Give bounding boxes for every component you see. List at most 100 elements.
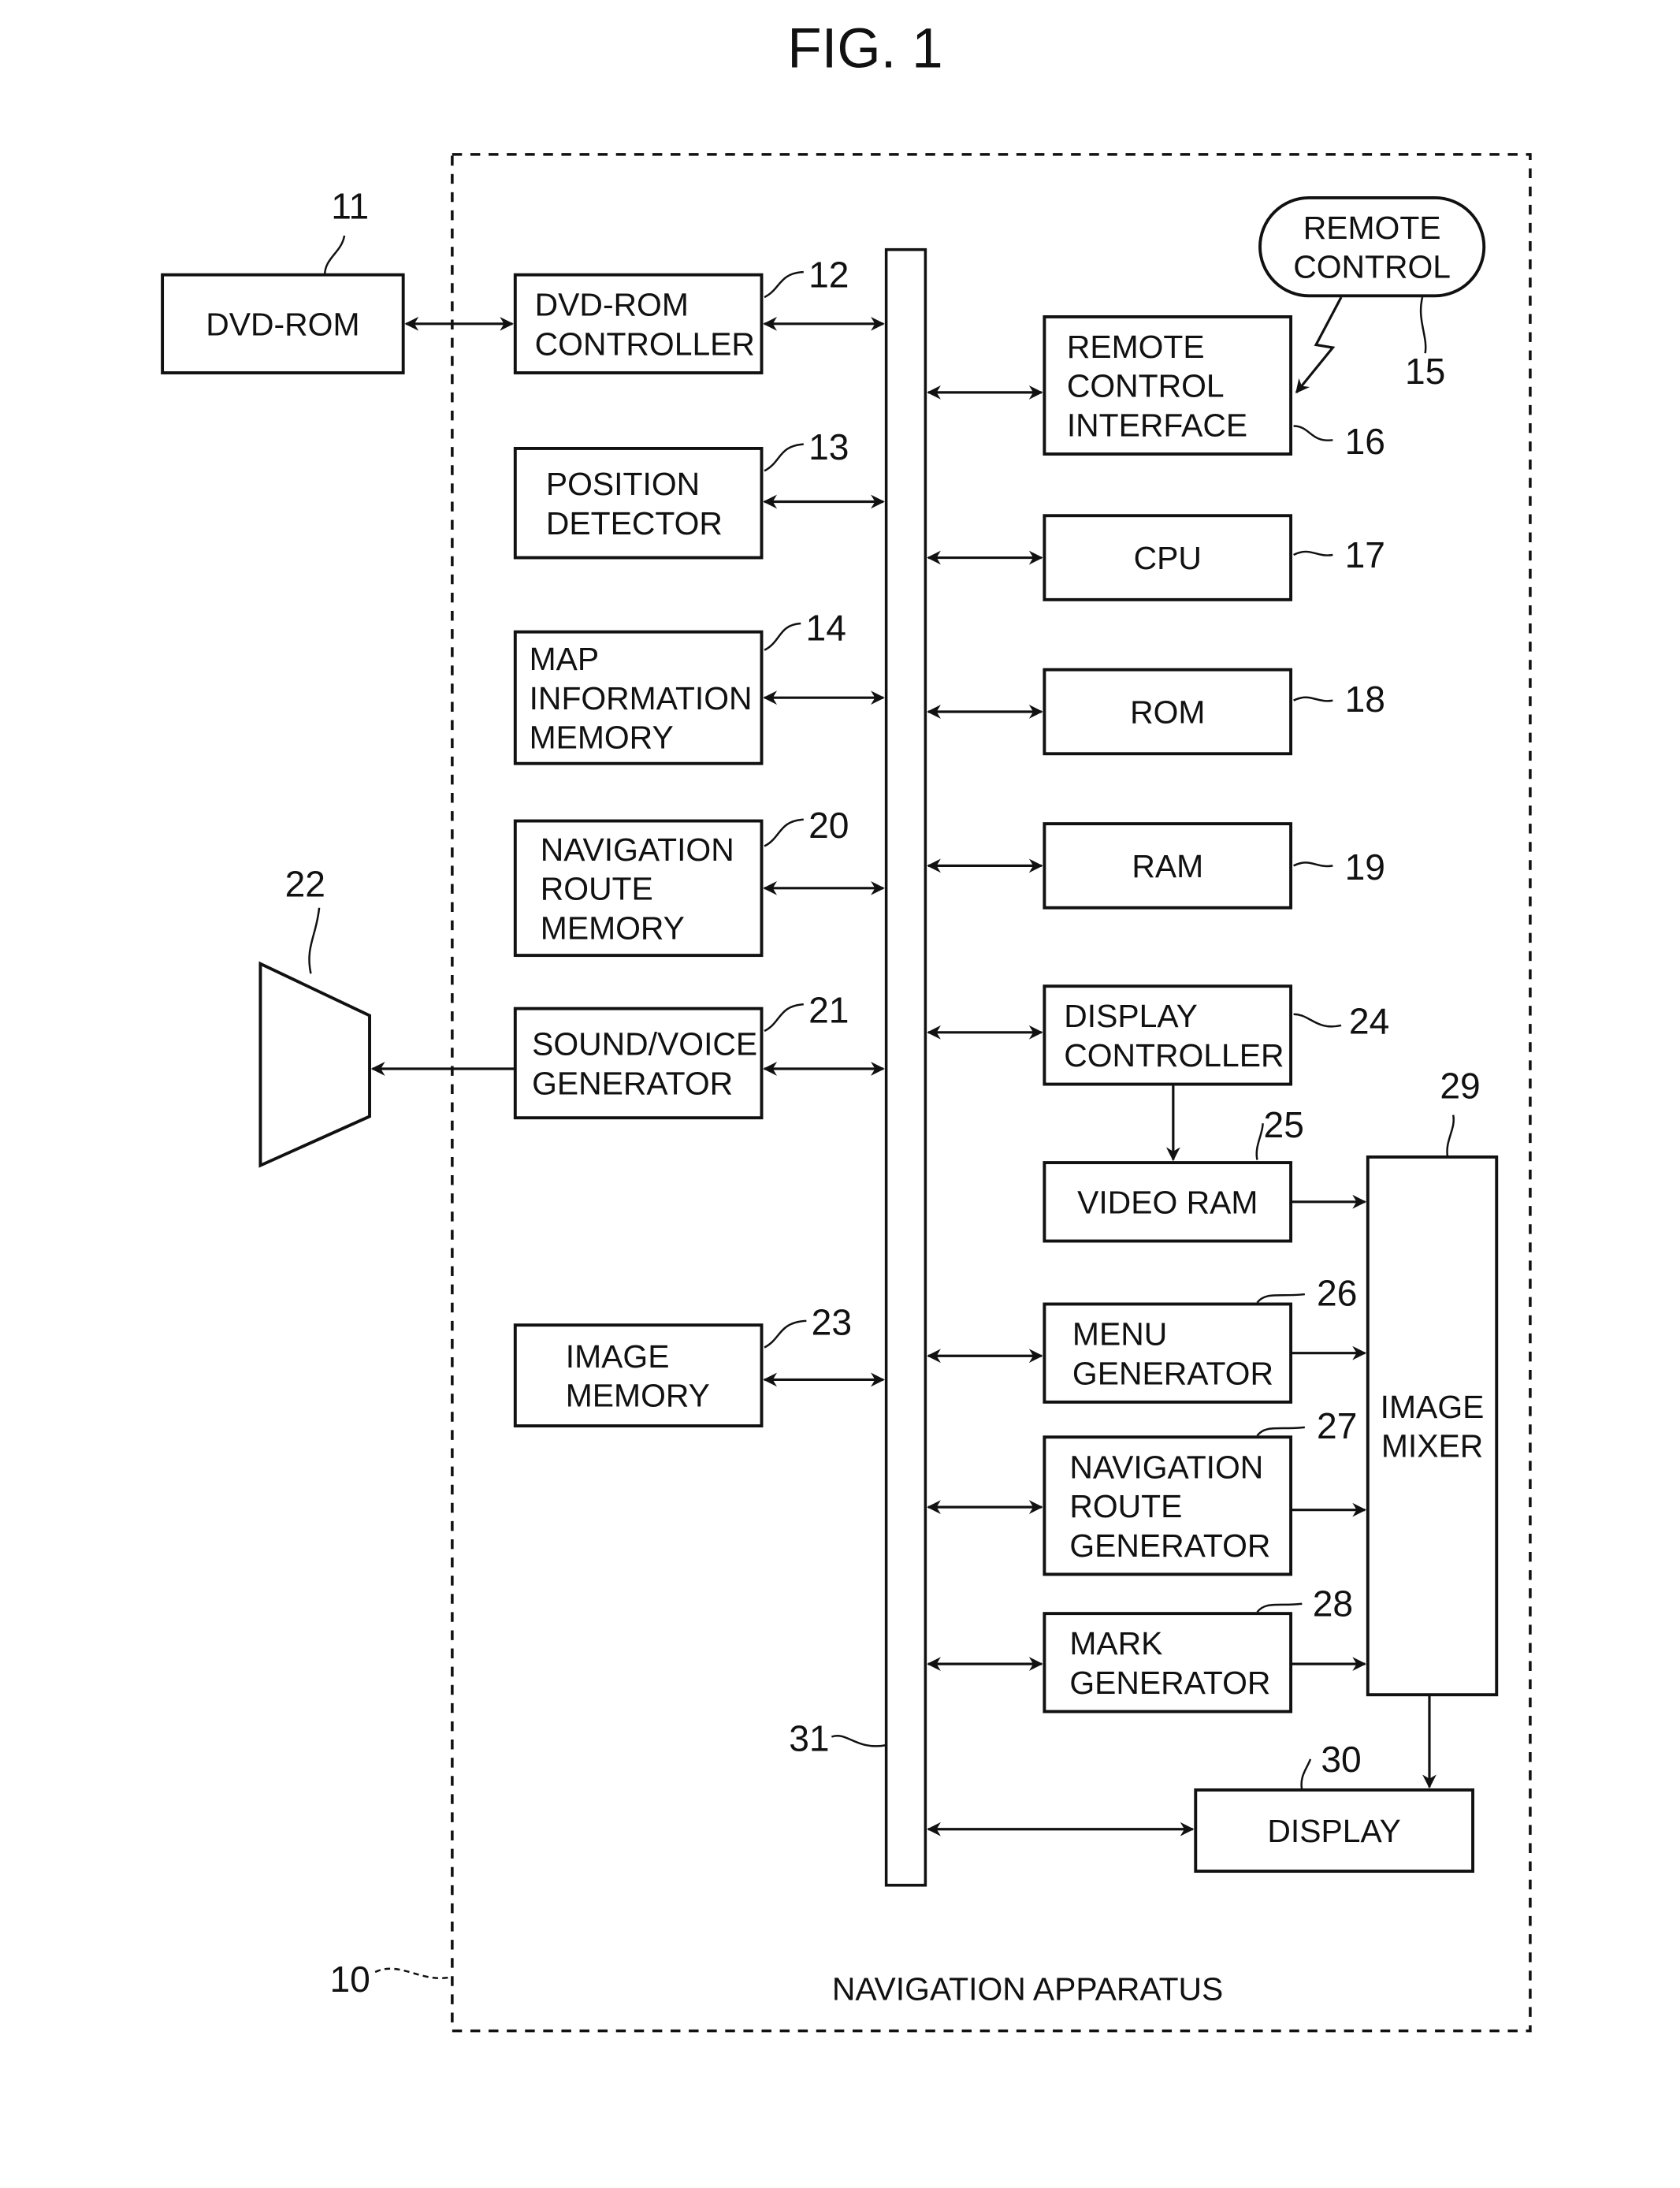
remote-control-interface-ref-leader bbox=[1293, 425, 1333, 441]
figure-title: FIG. 1 bbox=[787, 18, 942, 80]
speaker-ref-leader bbox=[308, 907, 321, 974]
cpu-ref-leader bbox=[1293, 550, 1333, 556]
dvd-rom-controller-ref-leader bbox=[764, 270, 804, 299]
block-display: DISPLAY 30 bbox=[1194, 1739, 1475, 1874]
navigation-route-memory-label-line: MEMORY bbox=[541, 910, 685, 946]
display-controller-label-line: CONTROLLER bbox=[1064, 1037, 1284, 1074]
sound-voice-generator-ref: 21 bbox=[808, 989, 849, 1030]
navigation-route-memory-ref: 20 bbox=[808, 805, 849, 846]
map-information-memory-label-line: MEMORY bbox=[530, 720, 674, 756]
navigation-route-generator-label-line: NAVIGATION bbox=[1069, 1449, 1263, 1485]
rom-ref: 18 bbox=[1345, 679, 1385, 720]
image-mixer-label-line: MIXER bbox=[1381, 1428, 1483, 1464]
image-memory-label-line: IMAGE bbox=[566, 1338, 670, 1375]
position-detector-ref: 13 bbox=[808, 426, 849, 467]
display-controller-ref-leader bbox=[1293, 1013, 1342, 1028]
image-memory-label-line: MEMORY bbox=[566, 1378, 710, 1414]
apparatus-ref: 10 bbox=[329, 1959, 370, 2000]
menu-generator-ref: 26 bbox=[1317, 1272, 1357, 1313]
navigation-route-generator-label-line: ROUTE bbox=[1069, 1488, 1182, 1524]
map-information-memory-ref: 14 bbox=[806, 607, 846, 648]
video-ram-ref-leader bbox=[1255, 1123, 1264, 1160]
dvd-rom-label-line: DVD-ROM bbox=[206, 307, 359, 343]
remote-control-label-line: REMOTE bbox=[1303, 210, 1441, 246]
image-memory-ref: 23 bbox=[812, 1302, 852, 1343]
block-image-mixer: IMAGEMIXER 29 bbox=[1366, 1065, 1499, 1697]
display-label-line: DISPLAY bbox=[1267, 1813, 1401, 1849]
block-dvd-rom: DVD-ROM 11 bbox=[161, 186, 405, 374]
ram-label-line: RAM bbox=[1132, 848, 1203, 884]
menu-generator-ref-leader bbox=[1256, 1293, 1305, 1304]
position-detector-label-line: POSITION bbox=[546, 466, 700, 502]
dvd-rom-ref-leader bbox=[323, 235, 346, 275]
remote-control-ref-leader bbox=[1419, 296, 1427, 354]
cpu-ref: 17 bbox=[1345, 534, 1385, 575]
image-mixer-ref: 29 bbox=[1440, 1065, 1480, 1106]
mark-generator-ref-leader bbox=[1256, 1602, 1303, 1613]
menu-generator-label-line: GENERATOR bbox=[1072, 1355, 1273, 1391]
dvd-rom-controller-label-line: DVD-ROM bbox=[535, 287, 689, 323]
position-detector-label-line: DETECTOR bbox=[546, 505, 723, 541]
remote-control-label-line: CONTROL bbox=[1293, 249, 1451, 285]
mark-generator-label-line: GENERATOR bbox=[1069, 1665, 1270, 1701]
navigation-route-generator-label-line: GENERATOR bbox=[1069, 1528, 1270, 1564]
image-mixer-label-line: IMAGE bbox=[1381, 1389, 1485, 1425]
rom-label-line: ROM bbox=[1130, 694, 1205, 731]
sound-voice-generator-label-line: GENERATOR bbox=[532, 1065, 733, 1101]
navigation-route-memory-ref-leader bbox=[764, 818, 804, 847]
block-menu-generator: MENUGENERATOR 26 bbox=[1043, 1272, 1357, 1404]
map-information-memory-label-line: MAP bbox=[530, 641, 600, 677]
apparatus-label: NAVIGATION APPARATUS bbox=[832, 1971, 1223, 2008]
navigation-route-generator-ref: 27 bbox=[1317, 1405, 1357, 1446]
ram-ref: 19 bbox=[1345, 847, 1385, 887]
apparatus-ref-leader bbox=[374, 1967, 448, 1980]
bus-ref-leader bbox=[831, 1735, 886, 1747]
block-ram: RAM 19 bbox=[1043, 822, 1385, 910]
block-map-information-memory: MAPINFORMATION MEMORY 14 bbox=[513, 607, 846, 765]
map-information-memory-label-line: INFORMATION bbox=[530, 680, 753, 716]
remote-control-interface-label-line: REMOTE bbox=[1067, 329, 1205, 365]
remote-control-interface-label-line: CONTROL bbox=[1067, 368, 1225, 404]
navigation-route-memory-label-line: ROUTE bbox=[541, 871, 653, 907]
rom-ref-leader bbox=[1293, 696, 1333, 702]
remote-control-ref: 15 bbox=[1405, 351, 1445, 392]
block-remote-control-interface: REMOTECONTROLINTERFACE 16 bbox=[1043, 314, 1385, 462]
dvd-rom-controller-label-line: CONTROLLER bbox=[535, 326, 755, 362]
video-ram-label-line: VIDEO RAM bbox=[1077, 1185, 1258, 1221]
navigation-apparatus-block-diagram: FIG. 1 NAVIGATION APPARATUS 10 31 22 DVD… bbox=[161, 18, 1532, 2033]
video-ram-ref: 25 bbox=[1264, 1104, 1304, 1145]
display-controller-label-line: DISPLAY bbox=[1064, 998, 1198, 1034]
display-controller-ref: 24 bbox=[1349, 1001, 1389, 1042]
sound-voice-generator-ref-leader bbox=[764, 1003, 804, 1033]
block-remote-control: REMOTECONTROL 15 bbox=[1258, 195, 1486, 392]
dvd-rom-controller-ref: 12 bbox=[808, 255, 849, 296]
mark-generator-label-line: MARK bbox=[1069, 1625, 1162, 1661]
navigation-route-memory-label-line: NAVIGATION bbox=[541, 832, 734, 868]
menu-generator-label-line: MENU bbox=[1072, 1316, 1167, 1353]
ram-ref-leader bbox=[1293, 861, 1333, 868]
block-position-detector: POSITIONDETECTOR 13 bbox=[513, 426, 849, 560]
block-cpu: CPU 17 bbox=[1043, 514, 1385, 601]
cpu-label-line: CPU bbox=[1134, 540, 1202, 576]
navigation-route-generator-ref-leader bbox=[1256, 1426, 1305, 1437]
block-navigation-route-memory: NAVIGATIONROUTEMEMORY 20 bbox=[513, 805, 849, 958]
image-mixer-box bbox=[1366, 1155, 1499, 1697]
image-memory-ref-leader bbox=[764, 1319, 807, 1349]
block-display-controller: DISPLAYCONTROLLER 24 bbox=[1043, 984, 1389, 1086]
image-mixer-ref-leader bbox=[1446, 1114, 1455, 1158]
block-sound-voice-generator: SOUND/VOICEGENERATOR 21 bbox=[513, 989, 849, 1120]
sound-voice-generator-label-line: SOUND/VOICE bbox=[532, 1026, 757, 1062]
bus-ref: 31 bbox=[789, 1717, 829, 1758]
speaker-icon bbox=[258, 961, 371, 1168]
speaker-ref: 22 bbox=[285, 863, 325, 904]
remote-control-interface-label-line: INTERFACE bbox=[1067, 407, 1247, 443]
block-image-memory: IMAGEMEMORY 23 bbox=[513, 1302, 852, 1428]
system-bus bbox=[884, 247, 927, 1887]
block-navigation-route-generator: NAVIGATIONROUTE GENERATOR 27 bbox=[1043, 1405, 1357, 1576]
display-ref: 30 bbox=[1321, 1739, 1361, 1780]
block-rom: ROM 18 bbox=[1043, 668, 1385, 756]
dvd-rom-ref: 11 bbox=[331, 186, 369, 227]
remote-control-interface-ref: 16 bbox=[1345, 421, 1385, 462]
edge-remote-signal bbox=[1295, 296, 1343, 394]
block-dvd-rom-controller: DVD-ROMCONTROLLER 12 bbox=[513, 255, 849, 374]
